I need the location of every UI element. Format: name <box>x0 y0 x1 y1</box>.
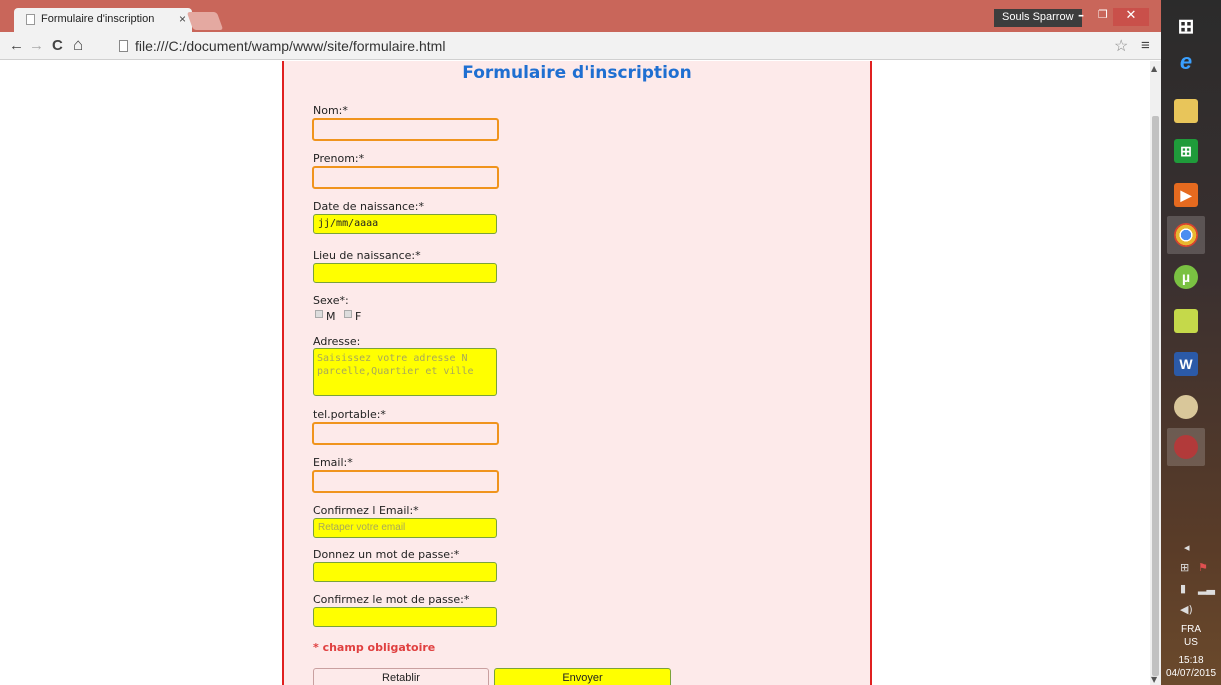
date-naissance-label: Date de naissance:* <box>313 200 424 213</box>
required-note: * champ obligatoire <box>313 641 436 654</box>
scroll-down-arrow-icon[interactable]: ▼ <box>1151 675 1157 684</box>
word-icon: W <box>1174 352 1198 376</box>
form-title: Formulaire d'inscription <box>462 63 692 83</box>
media-player-button[interactable]: ▶ <box>1167 176 1205 214</box>
close-window-button[interactable]: ✕ <box>1113 8 1149 26</box>
clock-date[interactable]: 04/07/2015 <box>1161 668 1221 679</box>
browser-toolbar: ← → C ⌂ file:///C:/document/wamp/www/sit… <box>0 32 1161 60</box>
store-button[interactable]: ⊞ <box>1167 132 1205 170</box>
minimize-button[interactable]: – <box>1078 8 1084 22</box>
email-input[interactable] <box>312 470 499 493</box>
windows-taskbar: ⊞ e ⊞ ▶ µ W ◂ ⊞ ⚑ ▮ ▂▃ ◀) FRA US 15:18 0… <box>1161 0 1221 685</box>
address-bar[interactable]: file:///C:/document/wamp/www/site/formul… <box>135 38 445 54</box>
tools-button[interactable] <box>1167 428 1205 466</box>
internet-explorer-icon: e <box>1179 49 1193 74</box>
adresse-textarea[interactable]: Saisissez votre adresse N parcelle,Quart… <box>313 348 497 396</box>
chrome-button[interactable] <box>1167 216 1205 254</box>
submit-button[interactable]: Envoyer <box>494 668 671 685</box>
prenom-input[interactable] <box>312 166 499 189</box>
sexe-label: Sexe*: <box>313 294 349 307</box>
utorrent-button[interactable]: µ <box>1167 258 1205 296</box>
prenom-label: Prenom:* <box>313 152 365 165</box>
region-indicator[interactable]: US <box>1161 637 1221 648</box>
start-button[interactable]: ⊞ <box>1167 8 1205 46</box>
utorrent-icon: µ <box>1174 265 1198 289</box>
confirm-email-label: Confirmez l Email:* <box>313 504 419 517</box>
browser-titlebar: Formulaire d'inscription × Souls Sparrow… <box>0 0 1161 32</box>
battery-icon[interactable]: ▮ <box>1180 582 1186 595</box>
paint-icon <box>1174 395 1198 419</box>
reload-icon[interactable]: C <box>52 37 63 54</box>
back-icon[interactable]: ← <box>9 37 24 54</box>
home-icon[interactable]: ⌂ <box>73 35 83 55</box>
forward-icon[interactable]: → <box>29 37 44 54</box>
network-error-icon[interactable]: ⚑ <box>1198 561 1208 574</box>
tools-icon <box>1174 435 1198 459</box>
registration-form: Formulaire d'inscription Nom:* Prenom:* … <box>282 61 872 685</box>
bookmark-star-icon[interactable]: ☆ <box>1114 36 1128 56</box>
tab-title: Formulaire d'inscription <box>41 13 155 25</box>
document-icon <box>26 14 35 25</box>
volume-icon[interactable]: ◀) <box>1180 603 1193 616</box>
chart-app-button[interactable] <box>1167 302 1205 340</box>
scroll-up-arrow-icon[interactable]: ▲ <box>1151 64 1157 73</box>
sexe-f-checkbox[interactable] <box>344 310 352 318</box>
language-indicator[interactable]: FRA <box>1161 624 1221 635</box>
restore-button[interactable]: ❐ <box>1098 8 1108 21</box>
word-button[interactable]: W <box>1167 345 1205 383</box>
tab-close-icon[interactable]: × <box>179 12 186 26</box>
start-icon: ⊞ <box>1177 16 1195 38</box>
clock-time[interactable]: 15:18 <box>1161 655 1221 666</box>
email-label: Email:* <box>313 456 353 469</box>
new-tab-button[interactable] <box>186 12 224 30</box>
page-icon <box>119 40 128 52</box>
chrome-icon <box>1174 223 1198 247</box>
action-center-icon[interactable]: ⊞ <box>1180 561 1189 574</box>
signal-icon[interactable]: ▂▃ <box>1198 582 1215 595</box>
password-label: Donnez un mot de passe:* <box>313 548 460 561</box>
paint-button[interactable] <box>1167 388 1205 426</box>
internet-explorer-button[interactable]: e <box>1167 43 1205 81</box>
reset-button[interactable]: Retablir <box>313 668 489 685</box>
date-naissance-input[interactable]: jj/mm/aaaa <box>313 214 497 234</box>
lieu-naissance-input[interactable] <box>313 263 497 283</box>
sexe-m-label: M <box>326 310 336 323</box>
confirm-password-input[interactable] <box>313 607 497 627</box>
password-input[interactable] <box>313 562 497 582</box>
user-profile-badge[interactable]: Souls Sparrow <box>994 9 1082 27</box>
chrome-menu-icon[interactable]: ≡ <box>1141 37 1150 54</box>
tel-input[interactable] <box>312 422 499 445</box>
confirm-password-label: Confirmez le mot de passe:* <box>313 593 470 606</box>
sexe-f-label: F <box>355 310 362 323</box>
browser-tab[interactable]: Formulaire d'inscription × <box>14 8 192 32</box>
media-player-icon: ▶ <box>1174 183 1198 207</box>
nom-label: Nom:* <box>313 104 348 117</box>
lieu-naissance-label: Lieu de naissance:* <box>313 249 421 262</box>
vertical-scrollbar[interactable]: ▲ ▼ <box>1150 61 1161 685</box>
store-icon: ⊞ <box>1174 139 1198 163</box>
confirm-email-input[interactable]: Retaper votre email <box>313 518 497 538</box>
sexe-m-checkbox[interactable] <box>315 310 323 318</box>
scrollbar-thumb[interactable] <box>1152 116 1159 676</box>
file-explorer-button[interactable] <box>1167 92 1205 130</box>
show-hidden-icons-icon[interactable]: ◂ <box>1184 541 1190 554</box>
adresse-label: Adresse: <box>313 335 361 348</box>
chart-app-icon <box>1174 309 1198 333</box>
file-explorer-icon <box>1174 99 1198 123</box>
tel-label: tel.portable:* <box>313 408 386 421</box>
nom-input[interactable] <box>312 118 499 141</box>
page-viewport: Formulaire d'inscription Nom:* Prenom:* … <box>0 61 1150 685</box>
